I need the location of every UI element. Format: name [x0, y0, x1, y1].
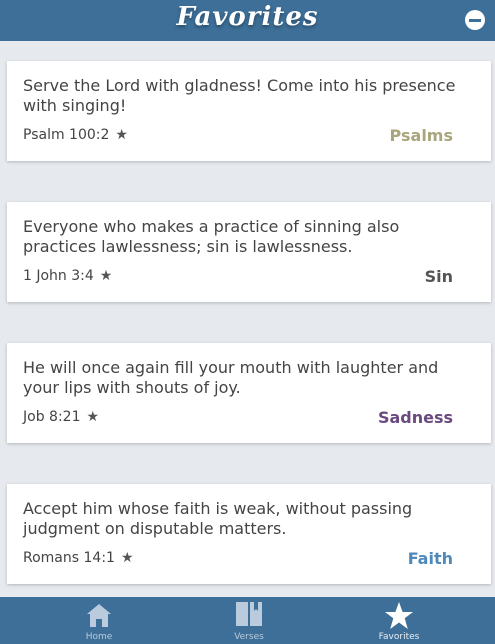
remove-button[interactable] — [465, 10, 485, 30]
favorite-card[interactable]: Everyone who makes a practice of sinning… — [7, 202, 491, 302]
verse-text: Accept him whose faith is weak, without … — [23, 499, 413, 538]
tab-label: Favorites — [378, 632, 420, 642]
header-bar: Favorites — [0, 0, 495, 41]
verse-reference: Romans 14:1 ★ — [23, 550, 134, 566]
verse-reference: 1 John 3:4 ★ — [23, 268, 112, 284]
favorite-card[interactable]: He will once again fill your mouth with … — [7, 343, 491, 443]
verse-text: Serve the Lord with gladness! Come into … — [23, 76, 456, 115]
topic-label: Psalms — [389, 126, 453, 145]
star-icon: ★ — [86, 409, 100, 425]
reference-text: Job 8:21 — [23, 409, 81, 425]
verse-text: Everyone who makes a practice of sinning… — [23, 217, 400, 256]
tab-favorites[interactable]: Favorites — [349, 597, 449, 644]
reference-text: Psalm 100:2 — [23, 127, 110, 143]
topic-label: Sadness — [377, 408, 453, 427]
star-icon: ★ — [99, 268, 113, 284]
verse-text: He will once again fill your mouth with … — [23, 358, 439, 397]
home-icon — [87, 604, 111, 627]
minus-circle-icon — [469, 19, 481, 22]
book-icon — [236, 602, 262, 626]
favorite-card[interactable]: Serve the Lord with gladness! Come into … — [7, 61, 491, 161]
tab-bar: Home Verses Favorites — [0, 597, 495, 644]
tab-verses[interactable]: Verses — [199, 597, 299, 644]
topic-label: Faith — [407, 549, 453, 568]
reference-text: Romans 14:1 — [23, 550, 115, 566]
verse-reference: Psalm 100:2 ★ — [23, 127, 128, 143]
tab-label: Home — [85, 632, 113, 642]
tab-home[interactable]: Home — [49, 597, 149, 644]
page-title: Favorites — [176, 2, 319, 32]
star-icon: ★ — [120, 550, 134, 566]
tab-label: Verses — [234, 632, 264, 642]
reference-text: 1 John 3:4 — [23, 268, 94, 284]
favorite-card[interactable]: Accept him whose faith is weak, without … — [7, 484, 491, 584]
star-icon: ★ — [115, 127, 128, 143]
verse-reference: Job 8:21 ★ — [23, 409, 99, 425]
star-icon — [385, 602, 413, 629]
topic-label: Sin — [424, 267, 453, 286]
